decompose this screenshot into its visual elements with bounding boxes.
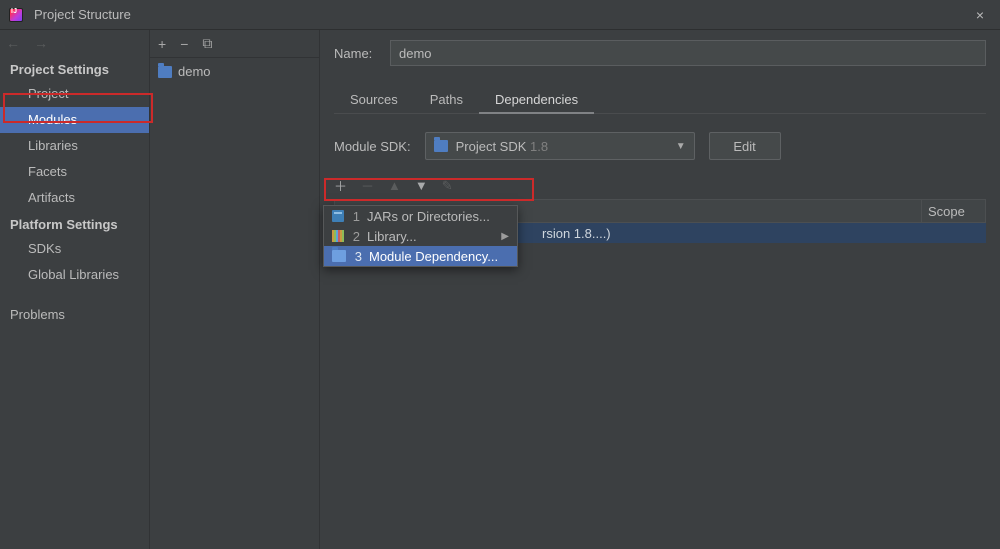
edit-sdk-button[interactable]: Edit bbox=[709, 132, 781, 160]
menu-item-number: 1 bbox=[350, 209, 360, 224]
nav-history-toolbar: ← → bbox=[0, 30, 149, 56]
module-item-demo[interactable]: demo bbox=[150, 62, 319, 81]
nav-libraries[interactable]: Libraries bbox=[0, 133, 149, 159]
folder-icon bbox=[332, 250, 346, 262]
add-dependency-icon[interactable]: ＋ bbox=[334, 176, 347, 195]
move-down-icon[interactable]: ▼ bbox=[415, 178, 428, 193]
menu-item-label: Library... bbox=[367, 229, 417, 244]
module-name-input[interactable] bbox=[390, 40, 986, 66]
dependency-toolbar: ＋ － ▲ ▼ ✎ bbox=[334, 174, 986, 197]
forward-icon: → bbox=[34, 35, 48, 51]
module-details: Name: Sources Paths Dependencies Module … bbox=[320, 30, 1000, 549]
menu-item-label: Module Dependency... bbox=[369, 249, 498, 264]
folder-icon bbox=[434, 140, 448, 152]
back-icon: ← bbox=[6, 35, 20, 51]
menu-module-dependency[interactable]: 3 Module Dependency... bbox=[324, 246, 517, 266]
chevron-down-icon: ▼ bbox=[676, 141, 686, 152]
module-toolbar: + − ⧉ bbox=[150, 30, 319, 58]
remove-dependency-icon: － bbox=[361, 176, 374, 195]
dep-header-scope[interactable]: Scope bbox=[921, 200, 985, 222]
module-sdk-label: Module SDK: bbox=[334, 139, 411, 154]
menu-jars-or-directories[interactable]: 1 JARs or Directories... bbox=[324, 206, 517, 226]
menu-item-number: 2 bbox=[350, 229, 360, 244]
add-module-icon[interactable]: + bbox=[158, 36, 166, 52]
tab-paths[interactable]: Paths bbox=[414, 86, 479, 113]
menu-item-label: JARs or Directories... bbox=[367, 209, 490, 224]
add-dependency-menu: 1 JARs or Directories... 2 Library... ▶ … bbox=[323, 205, 518, 267]
tab-sources[interactable]: Sources bbox=[334, 86, 414, 113]
menu-item-number: 3 bbox=[352, 249, 362, 264]
left-sidebar: ← → Project Settings Project Modules Lib… bbox=[0, 30, 150, 549]
module-sdk-value: Project SDK 1.8 bbox=[456, 139, 549, 154]
folder-icon bbox=[158, 66, 172, 78]
move-up-icon: ▲ bbox=[388, 178, 401, 193]
module-item-label: demo bbox=[178, 64, 211, 79]
jar-icon bbox=[332, 210, 344, 222]
edit-dependency-icon: ✎ bbox=[442, 178, 453, 194]
module-sdk-combobox[interactable]: Project SDK 1.8 ▼ bbox=[425, 132, 695, 160]
remove-module-icon[interactable]: − bbox=[180, 36, 188, 52]
platform-settings-header: Platform Settings bbox=[0, 211, 149, 236]
close-icon[interactable]: × bbox=[968, 7, 992, 23]
nav-problems[interactable]: Problems bbox=[0, 302, 149, 328]
menu-library[interactable]: 2 Library... ▶ bbox=[324, 226, 517, 246]
window-title: Project Structure bbox=[34, 7, 131, 22]
nav-artifacts[interactable]: Artifacts bbox=[0, 185, 149, 211]
name-label: Name: bbox=[334, 46, 380, 61]
tab-dependencies[interactable]: Dependencies bbox=[479, 86, 594, 113]
library-icon bbox=[332, 230, 344, 242]
copy-module-icon[interactable]: ⧉ bbox=[202, 35, 212, 52]
nav-project[interactable]: Project bbox=[0, 81, 149, 107]
nav-modules[interactable]: Modules bbox=[0, 107, 149, 133]
titlebar: Project Structure × bbox=[0, 0, 1000, 30]
submenu-arrow-icon: ▶ bbox=[501, 231, 509, 242]
nav-global-libraries[interactable]: Global Libraries bbox=[0, 262, 149, 288]
nav-facets[interactable]: Facets bbox=[0, 159, 149, 185]
app-icon bbox=[8, 7, 24, 23]
module-list-panel: + − ⧉ demo bbox=[150, 30, 320, 549]
module-tabs: Sources Paths Dependencies bbox=[334, 86, 986, 114]
nav-sdks[interactable]: SDKs bbox=[0, 236, 149, 262]
project-settings-header: Project Settings bbox=[0, 56, 149, 81]
